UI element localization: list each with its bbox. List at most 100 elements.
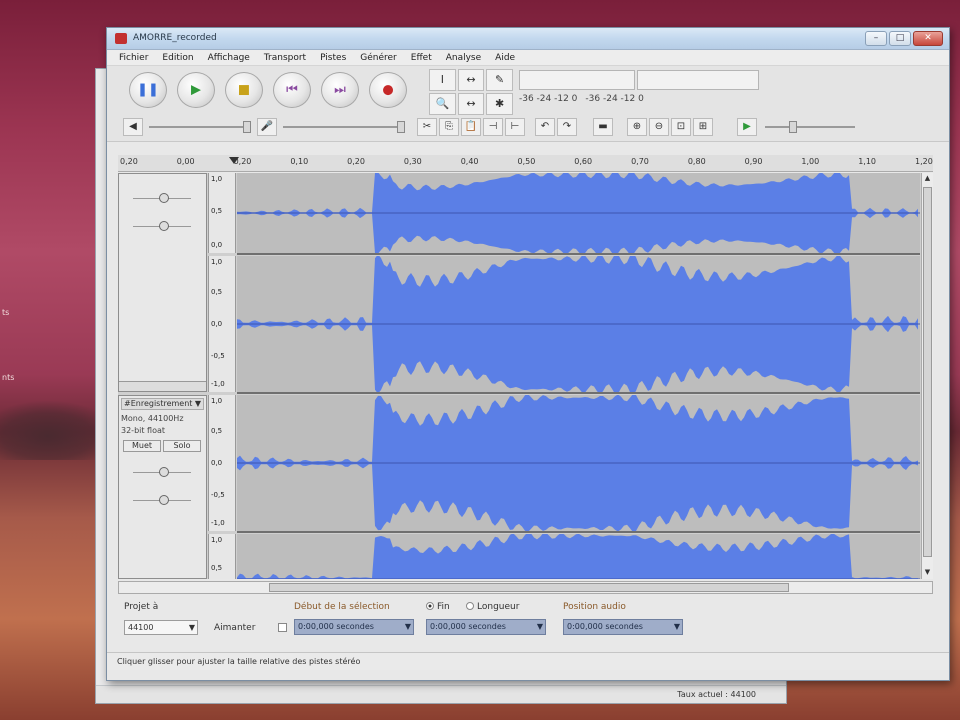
end-label: Fin (437, 602, 450, 612)
menu-pistes[interactable]: Pistes (320, 53, 346, 63)
pan-slider[interactable] (133, 221, 191, 231)
fit-project-icon[interactable]: ⊞ (693, 118, 713, 136)
zoom-in-icon[interactable]: ⊕ (627, 118, 647, 136)
close-button[interactable]: ✕ (913, 31, 943, 46)
pan-slider[interactable] (133, 495, 191, 505)
vertical-scroll-thumb[interactable] (923, 187, 932, 557)
menu-effet[interactable]: Effet (411, 53, 432, 63)
menu-fichier[interactable]: Fichier (119, 53, 148, 63)
desktop-label: nts (2, 373, 15, 382)
scale-tick: -1,0 (211, 519, 225, 527)
length-radio-option[interactable]: Longueur (466, 602, 519, 612)
record-meter[interactable] (637, 70, 759, 90)
play-button[interactable]: ▶ (177, 72, 215, 108)
minimize-button[interactable]: – (865, 31, 887, 46)
audacity-window: AMORRE_recorded – □ ✕ Fichier Edition Af… (106, 27, 950, 681)
pause-button[interactable]: ❚❚ (129, 72, 167, 108)
copy-icon[interactable]: ⎘ (439, 118, 459, 136)
scroll-up-icon[interactable]: ▲ (923, 174, 932, 184)
vertical-scale: 1,0 0,5 (208, 534, 236, 579)
length-label: Longueur (477, 602, 520, 612)
pan-knob[interactable] (159, 221, 169, 231)
redo-icon[interactable]: ↷ (557, 118, 577, 136)
selection-start-time[interactable]: 0:00,000 secondes ▼ (294, 619, 414, 635)
zoom-tool-icon[interactable]: 🔍 (429, 93, 456, 115)
undo-icon[interactable]: ↶ (535, 118, 555, 136)
track-name-menu[interactable]: #Enregistrement ▼ (121, 398, 204, 410)
menu-analyse[interactable]: Analyse (446, 53, 481, 63)
fit-selection-icon[interactable]: ⊡ (671, 118, 691, 136)
skip-to-end-button[interactable]: ⏭ (321, 72, 359, 108)
dropdown-arrow-icon: ▼ (188, 623, 195, 632)
audio-position-time[interactable]: 0:00,000 secondes ▼ (563, 619, 683, 635)
play-speed-slider[interactable] (765, 121, 855, 133)
zoom-out-icon[interactable]: ⊖ (649, 118, 669, 136)
dropdown-arrow-icon: ▼ (404, 622, 411, 631)
selection-end-value: 0:00,000 secondes (430, 622, 506, 631)
ruler-tick: 0,00 (176, 157, 195, 166)
end-radio-option[interactable]: Fin (426, 602, 450, 612)
end-radio[interactable] (426, 602, 434, 610)
track-collapse-bar[interactable] (119, 381, 206, 391)
cut-icon[interactable]: ✂ (417, 118, 437, 136)
play-at-speed-icon[interactable]: ▶ (737, 118, 757, 136)
track-area: 1,0 0,5 0,0 1,0 0,5 0,0 -0,5 -1,0 #Enreg… (118, 173, 933, 579)
selection-tool-icon[interactable]: I (429, 69, 456, 91)
title-bar[interactable]: AMORRE_recorded – □ ✕ (107, 28, 949, 50)
menu-generer[interactable]: Générer (360, 53, 397, 63)
gain-knob[interactable] (159, 193, 169, 203)
scale-tick: 0,5 (211, 427, 223, 435)
draw-tool-icon[interactable]: ✎ (486, 69, 513, 91)
menu-aide[interactable]: Aide (495, 53, 515, 63)
waveform-channel[interactable] (237, 256, 920, 394)
paste-icon[interactable]: 📋 (461, 118, 481, 136)
gain-slider[interactable] (133, 193, 191, 203)
stop-icon: ■ (237, 82, 251, 98)
skip-to-start-button[interactable]: ⏮ (273, 72, 311, 108)
horizontal-scrollbar[interactable] (118, 581, 933, 594)
scroll-down-icon[interactable]: ▼ (923, 568, 932, 578)
toolbar-area: ❚❚ ▶ ■ ⏮ ⏭ ● I ↔ ✎ 🔍 ↔ ✱ -36 -24 -12 0 -… (107, 66, 949, 142)
gain-slider[interactable] (133, 467, 191, 477)
playback-meter[interactable] (519, 70, 635, 90)
silence-icon[interactable]: ⊢ (505, 118, 525, 136)
track-control-panel[interactable]: #Enregistrement ▼ Mono, 44100Hz 32-bit fl… (118, 395, 207, 579)
snap-checkbox[interactable] (278, 623, 287, 632)
vertical-scrollbar[interactable]: ▲ ▼ (921, 173, 933, 579)
menu-affichage[interactable]: Affichage (208, 53, 250, 63)
timeshift-tool-icon[interactable]: ↔ (457, 93, 485, 115)
input-volume-knob[interactable] (397, 121, 405, 133)
track-control-panel[interactable] (118, 173, 207, 392)
scale-tick: 0,5 (211, 288, 223, 296)
envelope-tool-icon[interactable]: ↔ (457, 69, 485, 91)
menu-edition[interactable]: Edition (162, 53, 193, 63)
input-volume-slider[interactable] (283, 121, 405, 133)
scale-tick: 1,0 (211, 258, 223, 266)
length-radio[interactable] (466, 602, 474, 610)
waveform-channel[interactable] (237, 534, 920, 579)
snap-label: Aimanter (214, 623, 256, 633)
sync-lock-icon[interactable]: ▬ (593, 118, 613, 136)
horizontal-scroll-thumb[interactable] (269, 583, 789, 592)
scale-tick: 0,0 (211, 459, 223, 467)
trim-icon[interactable]: ⊣ (483, 118, 503, 136)
timeline-ruler[interactable]: 0,20 0,00 0,20 0,10 0,20 0,30 0,40 0,50 0,60 0,70… (118, 155, 933, 172)
stop-button[interactable]: ■ (225, 72, 263, 108)
multi-tool-icon[interactable]: ✱ (486, 93, 513, 115)
selection-end-time[interactable]: 0:00,000 secondes ▼ (426, 619, 546, 635)
scale-tick: 0,0 (211, 241, 223, 249)
gain-knob[interactable] (159, 467, 169, 477)
project-rate-select[interactable]: 44100 ▼ (124, 620, 198, 635)
play-speed-knob[interactable] (789, 121, 797, 133)
output-volume-slider[interactable] (149, 121, 251, 133)
scale-tick: 0,5 (211, 207, 223, 215)
menu-transport[interactable]: Transport (264, 53, 306, 63)
mute-button[interactable]: Muet (123, 440, 161, 452)
waveform-channel[interactable] (237, 395, 920, 533)
output-volume-knob[interactable] (243, 121, 251, 133)
waveform-channel[interactable] (237, 173, 920, 255)
record-button[interactable]: ● (369, 72, 407, 108)
solo-button[interactable]: Solo (163, 440, 201, 452)
pan-knob[interactable] (159, 495, 169, 505)
maximize-button[interactable]: □ (889, 31, 911, 46)
